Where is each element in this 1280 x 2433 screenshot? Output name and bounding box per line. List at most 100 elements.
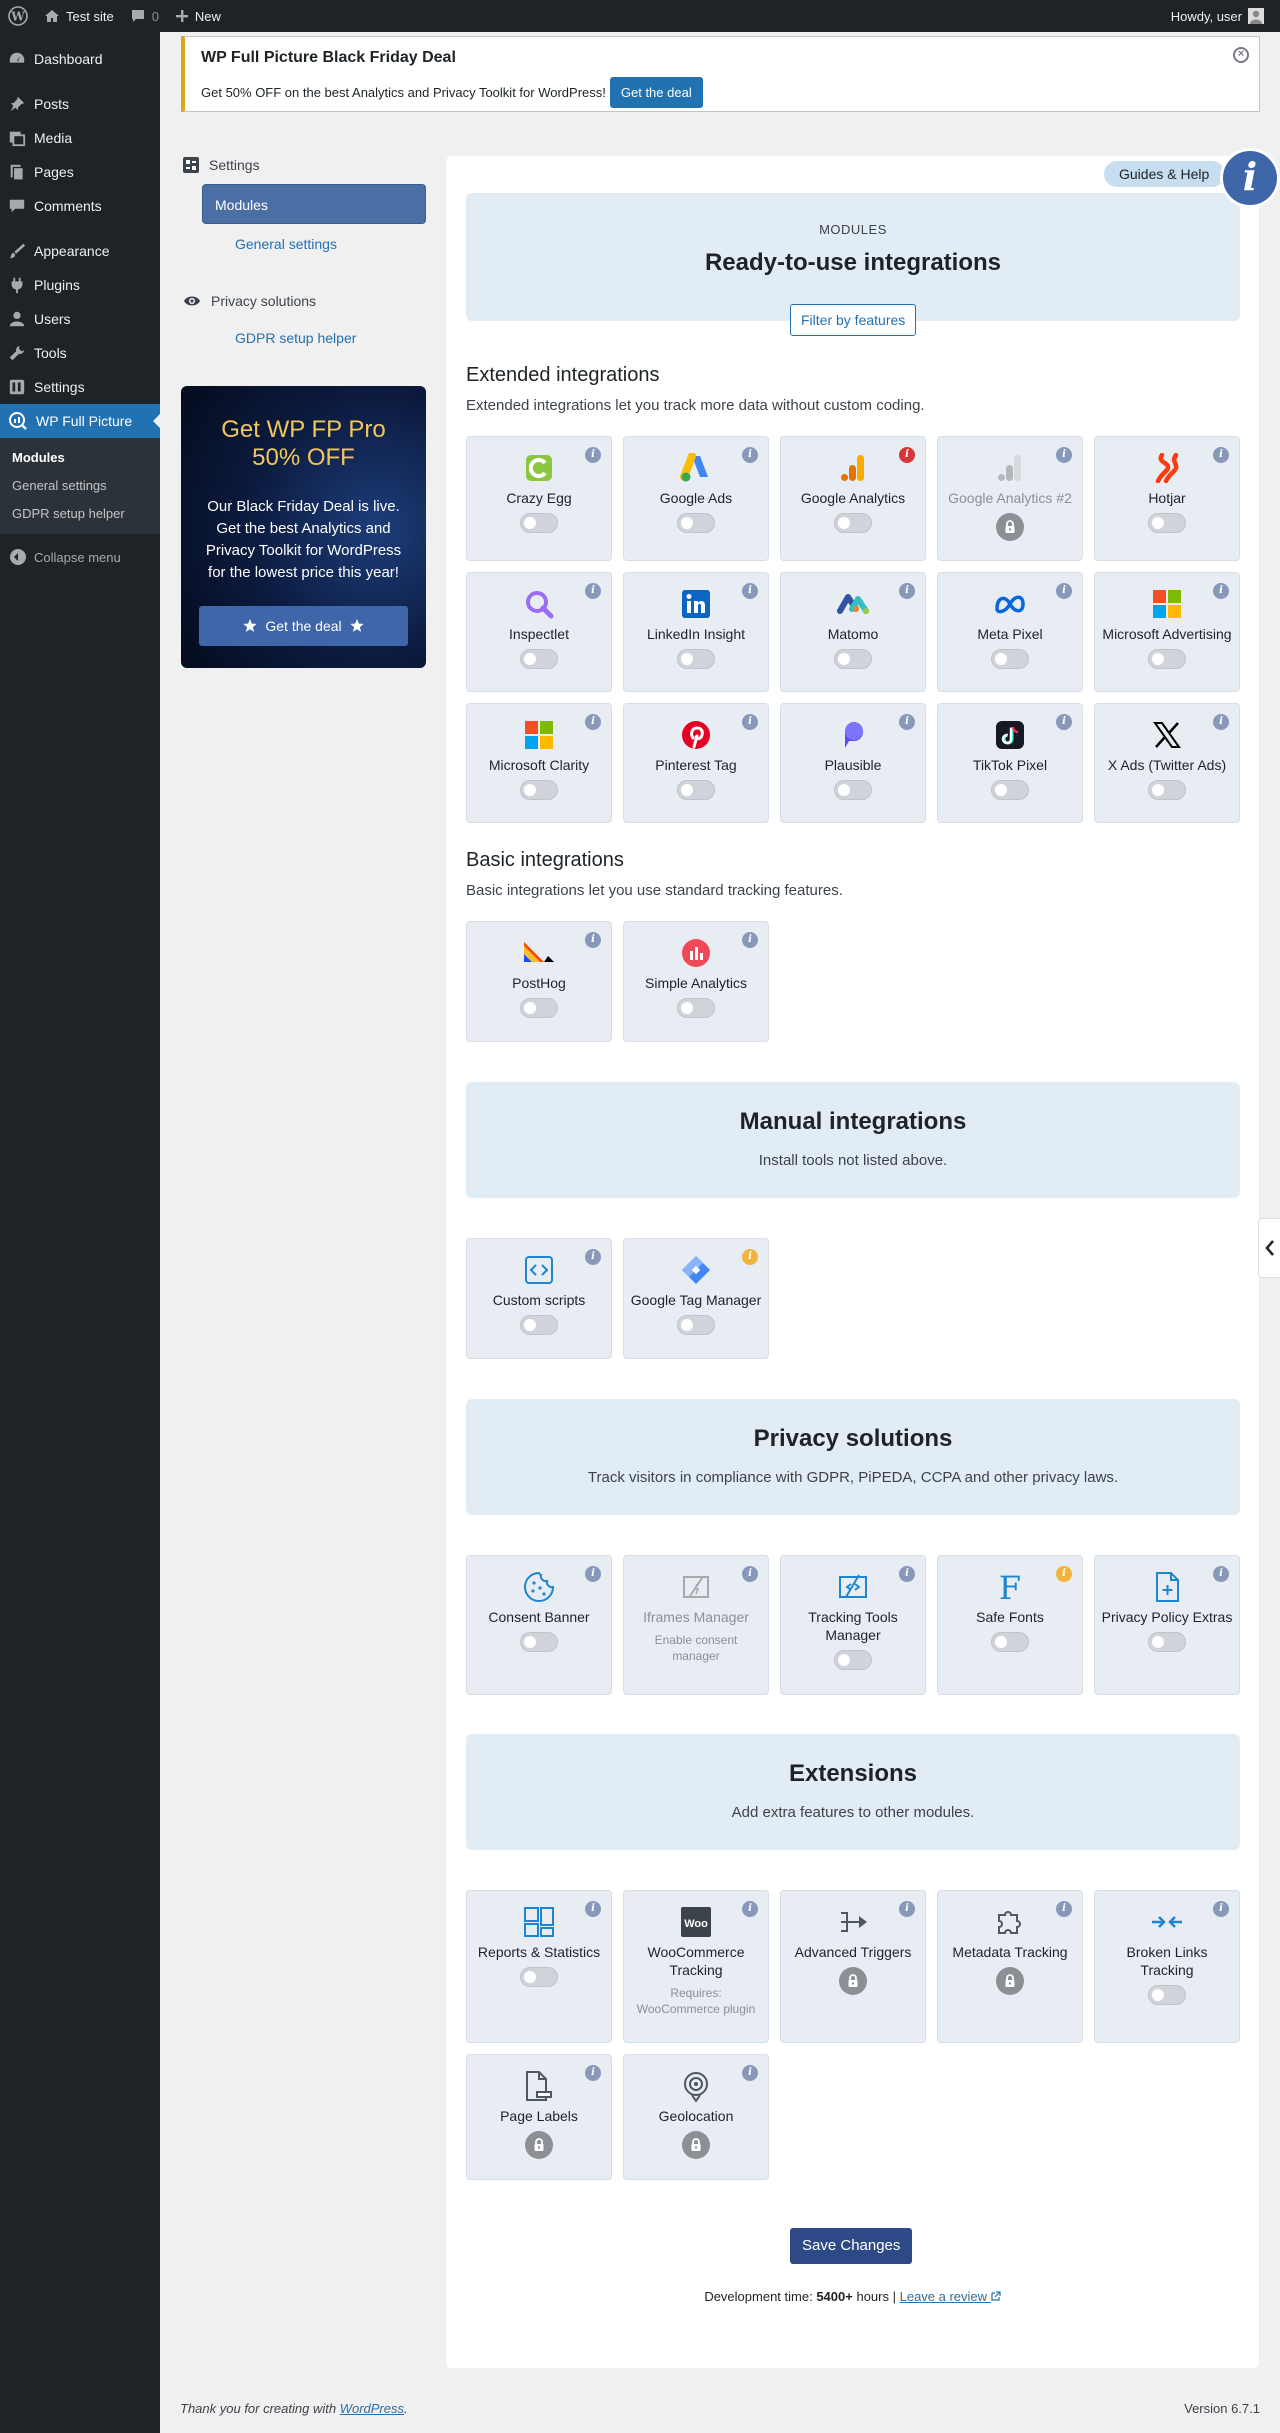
info-icon[interactable]: i	[1220, 148, 1280, 208]
module-toggle[interactable]	[520, 513, 558, 533]
module-toggle[interactable]	[1148, 513, 1186, 533]
extended-grid: i Crazy Egg i Google Ads i Google Analytics i G…	[466, 436, 1240, 823]
module-toggle[interactable]	[520, 998, 558, 1018]
info-icon[interactable]: i	[742, 1901, 758, 1917]
module-toggle[interactable]	[677, 780, 715, 800]
menu-comments[interactable]: Comments	[0, 189, 160, 223]
module-toggle[interactable]	[834, 649, 872, 669]
module-toggle[interactable]	[1148, 1632, 1186, 1652]
nav-gdpr-helper[interactable]: GDPR setup helper	[202, 318, 426, 358]
info-icon[interactable]: i	[1213, 583, 1229, 599]
info-icon[interactable]: i	[899, 1566, 915, 1582]
footer-text: Thank you for creating with	[180, 2401, 337, 2416]
info-icon[interactable]: i	[585, 1249, 601, 1265]
info-icon[interactable]: i	[585, 932, 601, 948]
module-toggle[interactable]	[520, 1315, 558, 1335]
notice-get-deal-button[interactable]: Get the deal	[609, 77, 703, 108]
menu-plugins[interactable]: Plugins	[0, 268, 160, 302]
module-toggle[interactable]	[834, 1650, 872, 1670]
pro-lock-badge[interactable]	[682, 2131, 710, 2159]
module-toggle[interactable]	[1148, 780, 1186, 800]
info-icon[interactable]: i	[1056, 1566, 1072, 1582]
info-icon[interactable]: i	[742, 1249, 758, 1265]
site-name-link[interactable]: Test site	[36, 0, 122, 32]
menu-wp-full-picture[interactable]: WP Full Picture	[0, 404, 160, 438]
info-icon[interactable]: i	[742, 932, 758, 948]
info-icon[interactable]: i	[1056, 1901, 1072, 1917]
menu-media[interactable]: Media	[0, 121, 160, 155]
info-icon[interactable]: i	[899, 447, 915, 463]
menu-pages[interactable]: Pages	[0, 155, 160, 189]
menu-posts[interactable]: Posts	[0, 87, 160, 121]
side-panel-toggle[interactable]	[1258, 1218, 1280, 1278]
submenu-modules[interactable]: Modules	[0, 444, 160, 472]
module-toggle[interactable]	[991, 780, 1029, 800]
info-icon[interactable]: i	[585, 2065, 601, 2081]
module-name: Google Ads	[659, 490, 733, 506]
save-changes-button[interactable]: Save Changes	[790, 2228, 913, 2264]
pro-lock-badge[interactable]	[996, 513, 1024, 541]
module-toggle[interactable]	[677, 1315, 715, 1335]
menu-tools[interactable]: Tools	[0, 336, 160, 370]
info-icon[interactable]: i	[585, 1566, 601, 1582]
menu-settings[interactable]: Settings	[0, 370, 160, 404]
info-icon[interactable]: i	[1213, 714, 1229, 730]
pro-lock-badge[interactable]	[525, 2131, 553, 2159]
new-content-link[interactable]: New	[167, 0, 229, 32]
pro-lock-badge[interactable]	[839, 1967, 867, 1995]
submenu-general-settings[interactable]: General settings	[0, 472, 160, 500]
my-account[interactable]: Howdy, user	[1163, 0, 1272, 32]
info-icon[interactable]: i	[899, 714, 915, 730]
module-toggle[interactable]	[834, 780, 872, 800]
promo-get-deal-button[interactable]: Get the deal	[199, 606, 408, 646]
module-toggle[interactable]	[520, 649, 558, 669]
module-toggle[interactable]	[520, 780, 558, 800]
wordpress-link[interactable]: WordPress	[340, 2401, 404, 2416]
module-toggle[interactable]	[1148, 649, 1186, 669]
module-toggle[interactable]	[677, 513, 715, 533]
info-icon[interactable]: i	[585, 447, 601, 463]
info-icon[interactable]: i	[899, 583, 915, 599]
info-icon[interactable]: i	[1056, 447, 1072, 463]
svg-text:Woo: Woo	[684, 1918, 708, 1930]
info-icon[interactable]: i	[1213, 447, 1229, 463]
module-toggle[interactable]	[991, 1632, 1029, 1652]
module-toggle[interactable]	[520, 1632, 558, 1652]
info-icon[interactable]: i	[742, 2065, 758, 2081]
menu-users[interactable]: Users	[0, 302, 160, 336]
nav-general-settings[interactable]: General settings	[202, 224, 426, 264]
info-icon[interactable]: i	[1213, 1901, 1229, 1917]
pro-lock-badge[interactable]	[996, 1967, 1024, 1995]
leave-review-link[interactable]: Leave a review	[900, 2289, 1001, 2304]
info-icon[interactable]: i	[742, 714, 758, 730]
module-toggle[interactable]	[677, 998, 715, 1018]
submenu-gdpr-helper[interactable]: GDPR setup helper	[0, 500, 160, 528]
collapse-menu-button[interactable]: Collapse menu	[0, 540, 160, 574]
info-icon[interactable]: i	[742, 1566, 758, 1582]
menu-appearance[interactable]: Appearance	[0, 234, 160, 268]
info-icon[interactable]: i	[1213, 1566, 1229, 1582]
filter-by-features-button[interactable]: Filter by features	[790, 304, 917, 336]
info-icon[interactable]: i	[1056, 714, 1072, 730]
pin-icon	[10, 96, 25, 112]
info-icon[interactable]: i	[585, 583, 601, 599]
info-icon[interactable]: i	[899, 1901, 915, 1917]
module-toggle[interactable]	[1148, 1985, 1186, 2005]
module-toggle[interactable]	[991, 649, 1029, 669]
info-icon[interactable]: i	[742, 583, 758, 599]
guides-help-button[interactable]: Guides & Help	[1104, 161, 1226, 187]
info-icon[interactable]: i	[742, 447, 758, 463]
module-card-broken-links-tracking: i Broken Links Tracking	[1094, 1890, 1240, 2043]
close-icon[interactable]: ×	[1233, 47, 1249, 63]
info-icon[interactable]: i	[1056, 583, 1072, 599]
info-icon[interactable]: i	[585, 1901, 601, 1917]
menu-dashboard[interactable]: Dashboard	[0, 42, 160, 76]
wp-logo-icon[interactable]: W	[0, 0, 36, 32]
nav-modules[interactable]: Modules	[202, 184, 426, 224]
module-toggle[interactable]	[834, 513, 872, 533]
module-toggle[interactable]	[520, 1967, 558, 1987]
module-toggle[interactable]	[677, 649, 715, 669]
info-icon[interactable]: i	[585, 714, 601, 730]
black-friday-notice: WP Full Picture Black Friday Deal Get 50…	[181, 36, 1260, 112]
comments-link[interactable]: 0	[122, 0, 167, 32]
